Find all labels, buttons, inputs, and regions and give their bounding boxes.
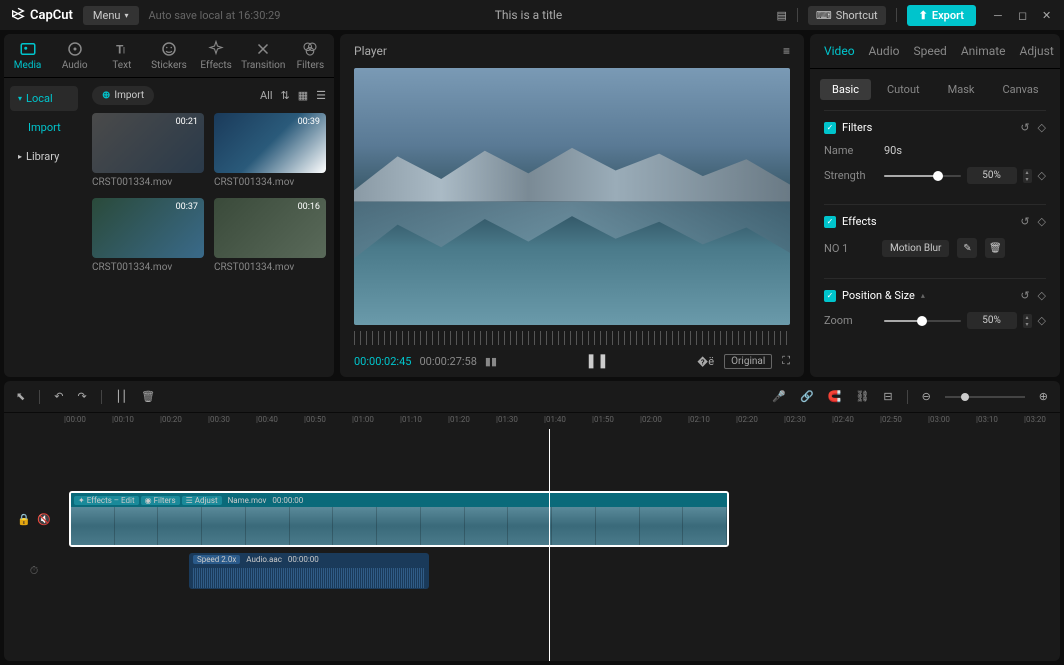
audio-track-icon[interactable]: ⏱ [30,564,39,578]
media-item[interactable]: 00:16CRST001334.mov [214,198,326,273]
reset-icon[interactable]: ↺ [1020,121,1029,134]
strength-slider[interactable] [884,175,961,177]
layout-icon[interactable]: ▤ [776,9,786,22]
shortcut-button[interactable]: ⌨ Shortcut [808,6,886,25]
timeline-ruler[interactable]: |00:00|00:10|00:20|00:30|00:40|00:50|01:… [64,413,1060,429]
tool-tabs: Media Audio TIText Stickers Effects Tran… [4,34,334,78]
filters-checkbox[interactable]: ✓ [824,122,836,134]
sidebar-item-local[interactable]: ▾Local [10,86,78,111]
subtab-basic[interactable]: Basic [820,79,871,100]
zoom-input[interactable] [967,312,1017,329]
edit-effect-icon[interactable]: ✎ [957,238,977,258]
inspector-panel: Video Audio Speed Animate Adjust Basic C… [810,34,1060,377]
media-sidebar: ▾Local Import ▸Library [4,78,84,377]
insp-tab-video[interactable]: Video [824,44,855,58]
insp-tab-animate[interactable]: Animate [961,44,1006,58]
player-viewport[interactable] [354,68,790,325]
export-button[interactable]: ⬆ Export [907,5,976,26]
titlebar: CapCut Menu ▾ Auto save local at 16:30:2… [0,0,1064,30]
zoom-slider[interactable] [884,320,961,322]
reset-icon[interactable]: ↺ [1020,215,1029,228]
maximize-icon[interactable]: ◻ [1018,9,1030,21]
subtab-cutout[interactable]: Cutout [875,79,932,100]
media-panel: Media Audio TIText Stickers Effects Tran… [4,34,334,377]
chain-icon[interactable]: ⛓ [855,390,869,403]
tab-transition[interactable]: Transition [240,40,287,71]
tab-media[interactable]: Media [4,40,51,71]
original-button[interactable]: Original [724,354,772,369]
import-button[interactable]: ⊕Import [92,86,154,105]
select-tool-icon[interactable]: ⬉ [16,390,25,403]
mute-track-icon[interactable]: 🔇 [37,513,51,526]
video-clip[interactable]: ✦ Effects – Edit ◉ Filters ☰ Adjust Name… [69,491,729,547]
app-logo: CapCut [10,7,73,23]
project-title[interactable]: This is a title [290,8,766,22]
insp-tab-audio[interactable]: Audio [869,44,900,58]
lock-track-icon[interactable]: 🔒 [17,513,31,526]
sidebar-item-import[interactable]: Import [10,115,78,140]
timecode-current: 00:00:02:45 [354,355,411,368]
levels-icon[interactable]: ▮▮ [485,355,497,368]
keyframe-icon[interactable]: ◇ [1038,215,1046,228]
list-view-icon[interactable]: ☰ [316,89,326,102]
menu-button[interactable]: Menu ▾ [83,6,139,25]
media-item[interactable]: 00:21CRST001334.mov [92,113,204,188]
player-menu-icon[interactable]: ≡ [783,44,790,58]
keyframe-icon[interactable]: ◇ [1038,314,1046,327]
clip-badge-adjust[interactable]: ☰ Adjust [182,496,222,505]
sort-icon[interactable]: ⇅ [281,89,290,102]
player-title: Player [354,44,387,58]
close-icon[interactable]: ✕ [1042,9,1054,21]
grid-view-icon[interactable]: ▦ [298,89,308,102]
align-icon[interactable]: ⊟ [883,390,892,403]
media-item[interactable]: 00:37CRST001334.mov [92,198,204,273]
timecode-total: 00:00:27:58 [419,355,476,368]
svg-text:I: I [123,47,125,57]
audio-clip[interactable]: Speed 2.0x Audio.aac 00:00:00 [189,553,429,589]
tab-effects[interactable]: Effects [193,40,240,71]
redo-icon[interactable]: ↷ [77,390,86,403]
timeline-tracks: 🔒 🔇 ✦ Effects – Edit ◉ Filters ☰ Adjust N… [4,429,1060,661]
insp-tab-adjust[interactable]: Adjust [1020,44,1054,58]
position-checkbox[interactable]: ✓ [824,290,836,302]
delete-icon[interactable]: 🗑 [141,390,155,403]
subtab-mask[interactable]: Mask [936,79,987,100]
filter-all[interactable]: All [260,89,273,102]
mic-icon[interactable]: 🎤 [772,390,786,403]
link-icon[interactable]: 🔗 [800,390,814,403]
pause-button[interactable]: ❚❚ [585,353,608,369]
clip-badge-filters[interactable]: ◉ Filters [141,496,180,505]
timeline-panel: ⬉ ↶ ↷ ⎮⎮ 🗑 🎤 🔗 🧲 ⛓ ⊟ ⊖ ⊕ |00:00|00:10|00… [4,381,1060,661]
playhead[interactable] [549,429,550,661]
keyframe-icon[interactable]: ◇ [1038,169,1046,182]
delete-effect-icon[interactable]: 🗑 [985,238,1005,258]
split-icon[interactable]: ⎮⎮ [116,390,127,403]
tab-stickers[interactable]: Stickers [145,40,192,71]
keyframe-icon[interactable]: ◇ [1038,289,1046,302]
tab-text[interactable]: TIText [98,40,145,71]
minimize-icon[interactable]: ─ [994,9,1006,21]
focus-icon[interactable]: �ё [697,355,714,368]
clip-badge-effects[interactable]: ✦ Effects – Edit [74,496,139,505]
autosave-status: Auto save local at 16:30:29 [149,9,281,22]
player-ruler[interactable] [354,331,790,345]
keyframe-icon[interactable]: ◇ [1038,121,1046,134]
sidebar-item-library[interactable]: ▸Library [10,144,78,169]
magnet-icon[interactable]: 🧲 [828,390,842,403]
strength-input[interactable] [967,167,1017,184]
zoom-out-icon[interactable]: ⊖ [922,390,931,403]
reset-icon[interactable]: ↺ [1020,289,1029,302]
media-item[interactable]: 00:39CRST001334.mov [214,113,326,188]
effect-name: Motion Blur [882,240,949,257]
timeline-zoom-slider[interactable] [945,396,1025,398]
effects-checkbox[interactable]: ✓ [824,216,836,228]
fullscreen-icon[interactable]: ⛶ [782,354,790,368]
subtab-canvas[interactable]: Canvas [990,79,1050,100]
undo-icon[interactable]: ↶ [54,390,63,403]
player-panel: Player ≡ 00:00:02:45 00:00:27:58 ▮▮ ❚❚ �… [340,34,804,377]
insp-tab-speed[interactable]: Speed [913,44,946,58]
zoom-in-icon[interactable]: ⊕ [1039,390,1048,403]
tab-filters[interactable]: Filters [287,40,334,71]
tab-audio[interactable]: Audio [51,40,98,71]
